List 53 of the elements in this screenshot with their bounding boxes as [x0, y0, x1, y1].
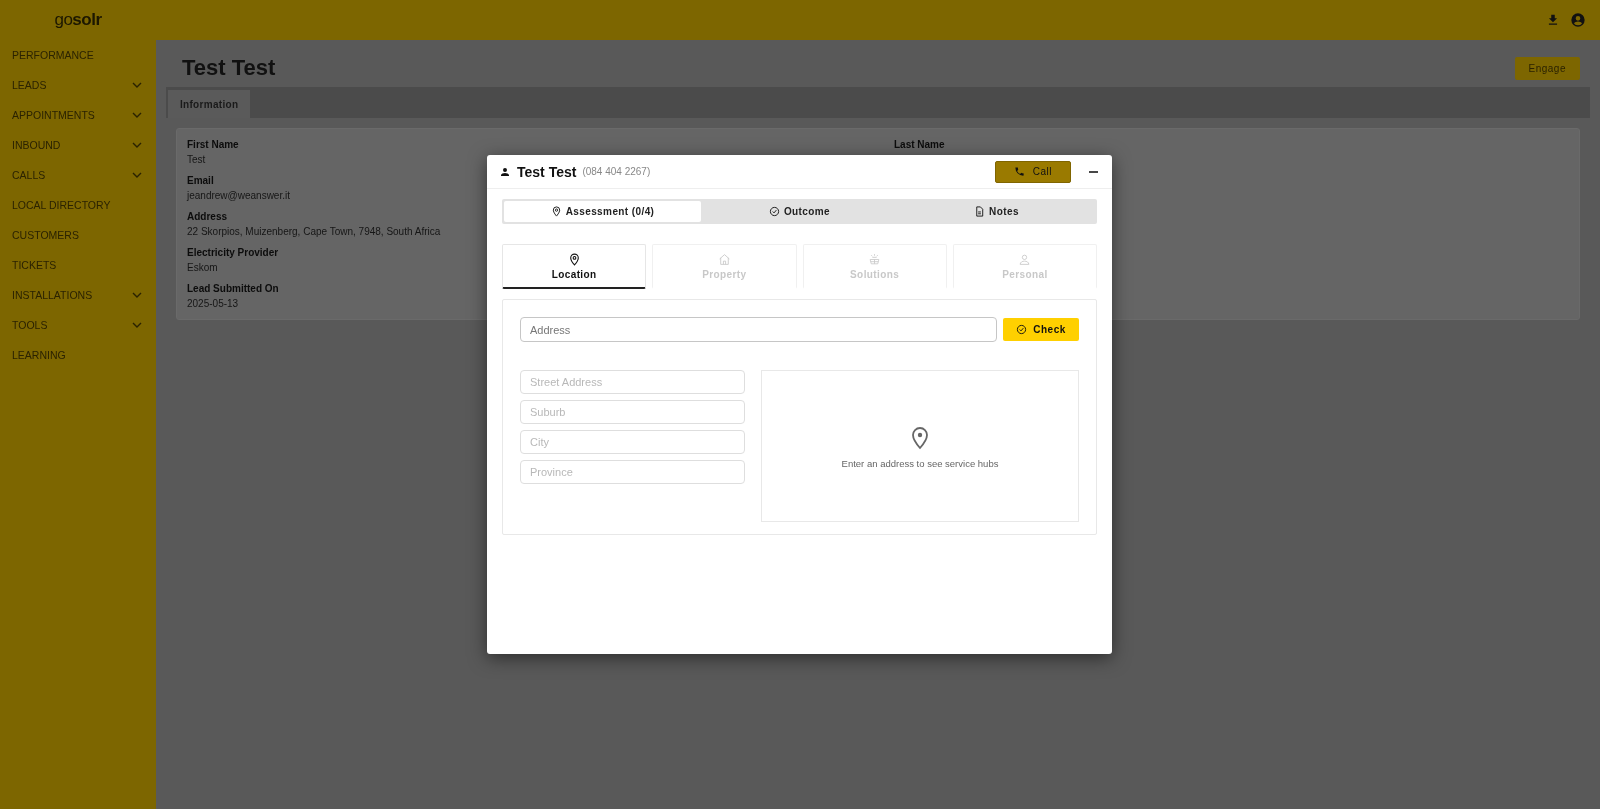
sidebar-item[interactable]: LOCAL DIRECTORY — [0, 190, 156, 220]
solar-panel-icon — [868, 252, 882, 266]
field-label: Address — [187, 211, 227, 222]
check-button[interactable]: Check — [1003, 318, 1079, 341]
person-icon — [499, 165, 511, 178]
map-message: Enter an address to see service hubs — [841, 457, 999, 469]
field-value: jeandrew@weanswer.it — [187, 190, 290, 201]
field-value: Test — [187, 154, 206, 165]
sidebar-item[interactable]: TICKETS — [0, 250, 156, 280]
field-label: Email — [187, 175, 214, 186]
input-field[interactable]: Province — [520, 460, 745, 484]
sidebar-item[interactable]: LEADS — [0, 70, 156, 100]
engage-button[interactable]: Engage — [1514, 56, 1580, 80]
input-field[interactable]: City — [520, 430, 745, 454]
check-circle-icon — [1016, 324, 1028, 335]
phone-number: (084 404 2267) — [582, 166, 651, 177]
section-tab[interactable]: Outcome — [701, 201, 898, 222]
logo: gosolr — [53, 9, 103, 31]
field-label: Electricity Provider — [187, 247, 279, 258]
download-icon[interactable] — [1546, 13, 1560, 27]
document-icon — [974, 206, 986, 217]
section-tab[interactable]: Notes — [898, 201, 1095, 222]
input-field[interactable]: Street Address — [520, 370, 745, 394]
sidebar-item[interactable]: APPOINTMENTS — [0, 100, 156, 130]
call-button[interactable]: Call — [994, 160, 1071, 183]
input-field[interactable]: Suburb — [520, 400, 745, 424]
page-title: Test Test — [182, 55, 276, 81]
sidebar-item[interactable]: INBOUND — [0, 130, 156, 160]
field-label: Last Name — [894, 139, 945, 150]
sidebar-item[interactable]: CALLS — [0, 160, 156, 190]
field-label: First Name — [187, 139, 239, 150]
sidebar-item[interactable]: INSTALLATIONS — [0, 280, 156, 310]
field-value: 22 Skorpios, Muizenberg, Cape Town, 7948, South Africa — [187, 226, 441, 237]
field-label: Lead Submitted On — [187, 283, 279, 294]
check-circle-icon — [768, 206, 780, 217]
sidebar-item[interactable]: LEARNING — [0, 340, 156, 370]
sidebar-item[interactable]: TOOLS — [0, 310, 156, 340]
minimize-icon[interactable] — [1089, 170, 1098, 173]
section-tab[interactable]: Assessment (0/4) — [504, 201, 701, 222]
step-tab[interactable]: Location — [502, 244, 647, 289]
address-field[interactable]: Address — [520, 317, 997, 342]
contact-name: Test Test — [517, 163, 577, 180]
sidebar-item[interactable]: CUSTOMERS — [0, 220, 156, 250]
field-value: 2025-05-13 — [187, 298, 239, 309]
account-icon[interactable] — [1570, 12, 1586, 28]
phone-icon — [1013, 166, 1025, 177]
location-pin-icon — [550, 206, 562, 217]
sidebar-item[interactable]: PERFORMANCE — [0, 40, 156, 70]
person-icon — [1018, 252, 1032, 266]
field-value: Eskom — [187, 262, 218, 273]
location-pin-icon — [567, 252, 581, 266]
house-icon — [717, 252, 731, 266]
information-tab[interactable]: Information — [168, 90, 251, 118]
